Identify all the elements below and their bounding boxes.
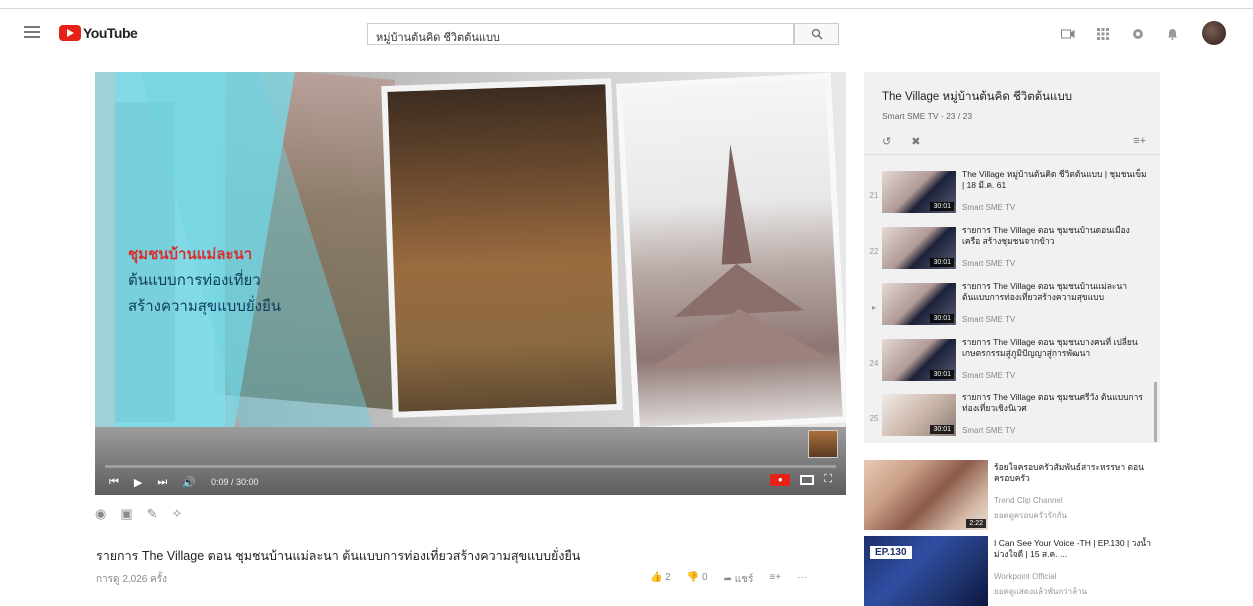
share-label: แชร์	[734, 574, 754, 585]
recommended-title[interactable]: ร้อยใจครอบครัวสัมพันธ์สาระหรรษา ตอนครอบค…	[994, 462, 1154, 484]
progress-bar[interactable]	[105, 465, 836, 468]
youtube-logo[interactable]: YouTube	[59, 24, 138, 42]
playlist-item[interactable]: 22 30:01 รายการ The Village ตอน ชุมชนบ้า…	[864, 223, 1154, 279]
settings-icon[interactable]: ✧	[172, 506, 183, 522]
playlist-item-index: 22	[869, 247, 879, 256]
playlist-item-index: 21	[869, 191, 879, 200]
playlist-item[interactable]: 21 30:01 The Village หมู่บ้านต้นคิด ชีวิ…	[864, 167, 1154, 223]
share-button[interactable]: ➦ แชร์	[724, 572, 754, 587]
playlist-panel: The Village หมู่บ้านต้นคิด ชีวิตต้นแบบ S…	[864, 72, 1160, 443]
search-icon	[811, 28, 822, 40]
like-count: 2	[665, 572, 671, 583]
recommended-views: ยอดดูครอบครัวรักกัน	[994, 511, 1068, 520]
duration-badge: 30:01	[930, 425, 954, 434]
recommended-channel: Trend Clip Channel	[994, 496, 1063, 505]
channel-watermark[interactable]	[808, 430, 838, 458]
duration-badge: 2:22	[966, 519, 986, 528]
playlist-item-thumbnail[interactable]: 30:01	[882, 339, 956, 381]
loop-icon[interactable]: ↺	[882, 135, 891, 148]
view-count: การดู 2,026 ครั้ง	[96, 574, 168, 585]
menu-icon[interactable]	[24, 26, 40, 38]
playlist-item-title[interactable]: The Village หมู่บ้านต้นคิด ชีวิตต้นแบบ |…	[962, 169, 1150, 191]
playlist-item-index: 25	[869, 414, 879, 423]
playlist-item-channel: Smart SME TV	[962, 203, 1016, 212]
playlist-item-channel: Smart SME TV	[962, 315, 1016, 324]
video-title: รายการ The Village ตอน ชุมชนบ้านแม่ละนา …	[96, 549, 581, 563]
playlist-item-thumbnail[interactable]: 30:01	[882, 227, 956, 269]
recommended-channel: Workpoint Official	[994, 572, 1057, 581]
recommended-video[interactable]: EP.130 I Can See Your Voice -TH | EP.130…	[864, 536, 1160, 606]
recommended-video[interactable]: 2:22 ร้อยใจครอบครัวสัมพันธ์สาระหรรษา ตอน…	[864, 460, 1160, 530]
episode-badge: EP.130	[870, 546, 912, 559]
playlist-toolbar: ↺ ✖ ≡+	[882, 135, 1146, 148]
player-extra-icons: ◉ ▣ ✎ ✧	[95, 506, 182, 522]
search-input[interactable]: หมู่บ้านต้นคิด ชีวิตต้นแบบ	[367, 23, 794, 45]
playlist-item[interactable]: 25 30:01 รายการ The Village ตอน ชุมชนศรี…	[864, 390, 1154, 443]
screen-cast-icon[interactable]: ▣	[120, 506, 132, 522]
dislike-count: 0	[702, 572, 708, 583]
like-button[interactable]: 👍 2	[650, 572, 671, 587]
playlist-item-channel: Smart SME TV	[962, 371, 1016, 380]
create-video-icon[interactable]	[1060, 26, 1076, 42]
divider	[864, 154, 1160, 155]
apps-grid-icon[interactable]	[1095, 26, 1111, 42]
video-player[interactable]: ชุมชนบ้านแม่ละนา ต้นแบบการท่องเที่ยว สร้…	[95, 72, 846, 495]
playlist-subtitle: Smart SME TV - 23 / 23	[882, 111, 973, 121]
top-border	[0, 8, 1253, 9]
playlist-item-index: 24	[869, 359, 879, 368]
caption-line-2: ต้นแบบการท่องเที่ยว	[128, 272, 261, 289]
playlist-item-thumbnail[interactable]: 30:01	[882, 171, 956, 213]
duration-badge: 30:01	[930, 258, 954, 267]
save-to-playlist-icon[interactable]: ≡+	[769, 572, 781, 587]
duration-badge: 30:01	[930, 202, 954, 211]
logo-wordmark: YouTube	[83, 25, 138, 41]
playlist-item-title[interactable]: รายการ The Village ตอน ชุมชนบ้านดอนเมือง…	[962, 225, 1150, 247]
playlist-item-title[interactable]: รายการ The Village ตอน ชุมชนบ้านแม่ละนา …	[962, 281, 1150, 303]
dislike-button[interactable]: 👎 0	[687, 572, 708, 587]
fullscreen-icon[interactable]: ⛶	[824, 473, 832, 486]
masthead: YouTube หมู่บ้านต้นคิด ชีวิตต้นแบบ	[0, 12, 1253, 56]
playlist-item-title[interactable]: รายการ The Village ตอน ชุมชนบางคนที่ เปล…	[962, 337, 1150, 359]
duration-badge: 30:01	[930, 314, 954, 323]
volume-icon[interactable]: 🔊	[182, 476, 196, 489]
edit-icon[interactable]: ✎	[147, 506, 158, 522]
play-button[interactable]: ▶	[134, 476, 142, 489]
player-controls: ⏮ ▶ ⏭ 🔊 0:09 / 30:00 ● ⛶	[95, 469, 846, 495]
video-frame: ชุมชนบ้านแม่ละนา ต้นแบบการท่องเที่ยว สร้…	[95, 72, 846, 495]
playlist-save-icon[interactable]: ≡+	[1133, 135, 1146, 148]
more-actions-icon[interactable]: ···	[797, 572, 807, 587]
duration-badge: 30:01	[930, 370, 954, 379]
theater-mode-icon[interactable]	[800, 474, 815, 485]
video-overlay-caption: ชุมชนบ้านแม่ละนา ต้นแบบการท่องเที่ยว สร้…	[128, 242, 328, 320]
view-icon[interactable]: ◉	[95, 506, 106, 522]
autoplay-toggle[interactable]: ●	[770, 473, 791, 486]
video-actions: 👍 2 👎 0 ➦ แชร์ ≡+ ···	[650, 572, 807, 587]
playlist-title[interactable]: The Village หมู่บ้านต้นคิด ชีวิตต้นแบบ	[882, 88, 1072, 106]
playlist-scrollbar[interactable]	[1154, 382, 1157, 442]
account-avatar[interactable]	[1202, 21, 1226, 45]
playlist-item-thumbnail[interactable]: 30:01	[882, 283, 956, 325]
search-button[interactable]	[794, 23, 839, 45]
recommended-title[interactable]: I Can See Your Voice -TH | EP.130 | วงน้…	[994, 538, 1154, 560]
shuffle-icon[interactable]: ✖	[911, 135, 920, 148]
playlist-item-channel: Smart SME TV	[962, 259, 1016, 268]
playlist-item-channel: Smart SME TV	[962, 426, 1016, 435]
playlist-item-title[interactable]: รายการ The Village ตอน ชุมชนศรีวัง ต้นแบ…	[962, 392, 1150, 414]
scene-temple-image	[615, 72, 846, 434]
scene-cave-image	[381, 78, 623, 418]
time-display: 0:09 / 30:00	[210, 477, 259, 487]
messages-icon[interactable]	[1130, 26, 1146, 42]
notifications-bell-icon[interactable]	[1164, 26, 1180, 42]
play-logo-icon	[59, 25, 81, 41]
playlist-item[interactable]: 24 30:01 รายการ The Village ตอน ชุมชนบาง…	[864, 335, 1154, 391]
playlist-item-thumbnail[interactable]: 30:01	[882, 394, 956, 436]
recommended-thumbnail[interactable]: EP.130	[864, 536, 988, 606]
caption-line-1: ชุมชนบ้านแม่ละนา	[128, 246, 253, 263]
previous-icon[interactable]: ⏮	[109, 476, 119, 489]
next-icon[interactable]: ⏭	[157, 476, 167, 489]
playlist-item-current[interactable]: ▸ 30:01 รายการ The Village ตอน ชุมชนบ้าน…	[864, 279, 1154, 335]
now-playing-indicator: ▸	[871, 303, 876, 312]
recommended-thumbnail[interactable]: 2:22	[864, 460, 988, 530]
caption-line-3: สร้างความสุขแบบยั่งยืน	[128, 298, 282, 315]
